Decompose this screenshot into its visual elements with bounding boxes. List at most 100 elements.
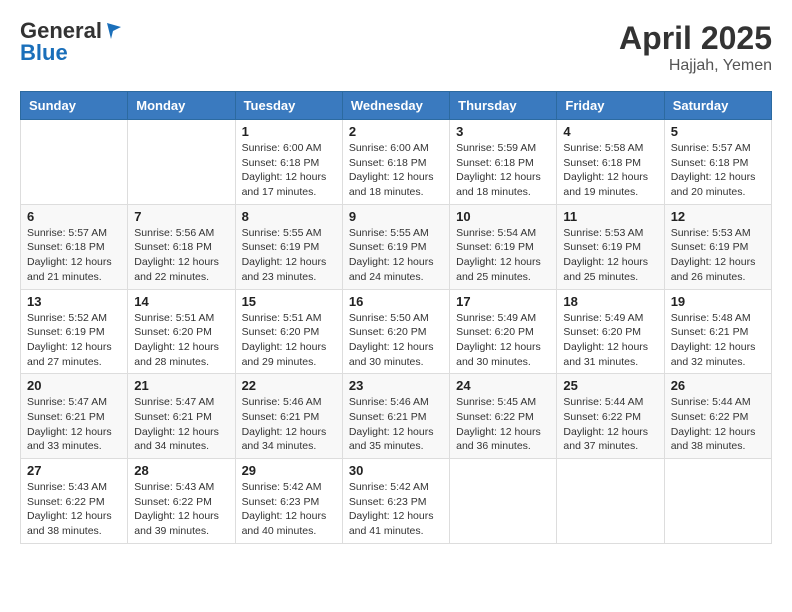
day-info: Sunrise: 5:48 AM Sunset: 6:21 PM Dayligh…	[671, 311, 765, 370]
calendar-cell: 16 Sunrise: 5:50 AM Sunset: 6:20 PM Dayli…	[342, 289, 449, 374]
day-info: Sunrise: 5:51 AM Sunset: 6:20 PM Dayligh…	[242, 311, 336, 370]
day-number: 29	[242, 463, 336, 478]
calendar-cell	[664, 459, 771, 544]
calendar-cell: 27 Sunrise: 5:43 AM Sunset: 6:22 PM Dayli…	[21, 459, 128, 544]
logo-blue-text: Blue	[20, 42, 68, 64]
day-number: 20	[27, 378, 121, 393]
column-header-wednesday: Wednesday	[342, 92, 449, 120]
day-info: Sunrise: 5:43 AM Sunset: 6:22 PM Dayligh…	[134, 480, 228, 539]
day-info: Sunrise: 5:42 AM Sunset: 6:23 PM Dayligh…	[242, 480, 336, 539]
day-number: 11	[563, 209, 657, 224]
column-header-thursday: Thursday	[450, 92, 557, 120]
column-header-monday: Monday	[128, 92, 235, 120]
calendar-cell: 17 Sunrise: 5:49 AM Sunset: 6:20 PM Dayli…	[450, 289, 557, 374]
title-block: April 2025 Hajjah, Yemen	[619, 20, 772, 75]
day-number: 16	[349, 294, 443, 309]
day-number: 6	[27, 209, 121, 224]
day-info: Sunrise: 5:53 AM Sunset: 6:19 PM Dayligh…	[671, 226, 765, 285]
column-header-sunday: Sunday	[21, 92, 128, 120]
logo-general-text: General	[20, 20, 102, 42]
day-info: Sunrise: 5:46 AM Sunset: 6:21 PM Dayligh…	[242, 395, 336, 454]
day-number: 22	[242, 378, 336, 393]
day-number: 9	[349, 209, 443, 224]
day-number: 19	[671, 294, 765, 309]
day-info: Sunrise: 5:45 AM Sunset: 6:22 PM Dayligh…	[456, 395, 550, 454]
calendar-week-row: 27 Sunrise: 5:43 AM Sunset: 6:22 PM Dayli…	[21, 459, 772, 544]
calendar-cell	[450, 459, 557, 544]
day-info: Sunrise: 5:47 AM Sunset: 6:21 PM Dayligh…	[27, 395, 121, 454]
calendar-cell: 29 Sunrise: 5:42 AM Sunset: 6:23 PM Dayli…	[235, 459, 342, 544]
day-number: 23	[349, 378, 443, 393]
day-number: 2	[349, 124, 443, 139]
day-number: 27	[27, 463, 121, 478]
day-number: 8	[242, 209, 336, 224]
day-info: Sunrise: 5:54 AM Sunset: 6:19 PM Dayligh…	[456, 226, 550, 285]
calendar-cell: 2Sunrise: 6:00 AM Sunset: 6:18 PM Daylig…	[342, 120, 449, 205]
day-number: 14	[134, 294, 228, 309]
day-number: 5	[671, 124, 765, 139]
day-info: Sunrise: 5:46 AM Sunset: 6:21 PM Dayligh…	[349, 395, 443, 454]
logo: General Blue	[20, 20, 121, 64]
calendar-cell: 20 Sunrise: 5:47 AM Sunset: 6:21 PM Dayli…	[21, 374, 128, 459]
day-number: 4	[563, 124, 657, 139]
day-info: Sunrise: 5:49 AM Sunset: 6:20 PM Dayligh…	[456, 311, 550, 370]
day-number: 26	[671, 378, 765, 393]
calendar-cell: 11Sunrise: 5:53 AM Sunset: 6:19 PM Dayli…	[557, 204, 664, 289]
day-info: Sunrise: 5:58 AM Sunset: 6:18 PM Dayligh…	[563, 141, 657, 200]
day-number: 24	[456, 378, 550, 393]
column-header-friday: Friday	[557, 92, 664, 120]
day-number: 28	[134, 463, 228, 478]
calendar-cell: 8 Sunrise: 5:55 AM Sunset: 6:19 PM Daylig…	[235, 204, 342, 289]
page-header: General Blue April 2025 Hajjah, Yemen	[20, 20, 772, 75]
day-info: Sunrise: 5:44 AM Sunset: 6:22 PM Dayligh…	[563, 395, 657, 454]
day-info: Sunrise: 5:52 AM Sunset: 6:19 PM Dayligh…	[27, 311, 121, 370]
calendar-cell: 3 Sunrise: 5:59 AM Sunset: 6:18 PM Daylig…	[450, 120, 557, 205]
day-info: Sunrise: 5:56 AM Sunset: 6:18 PM Dayligh…	[134, 226, 228, 285]
calendar-cell: 30 Sunrise: 5:42 AM Sunset: 6:23 PM Dayli…	[342, 459, 449, 544]
calendar-title: April 2025	[619, 20, 772, 57]
calendar-cell: 19 Sunrise: 5:48 AM Sunset: 6:21 PM Dayli…	[664, 289, 771, 374]
day-info: Sunrise: 5:44 AM Sunset: 6:22 PM Dayligh…	[671, 395, 765, 454]
day-info: Sunrise: 5:43 AM Sunset: 6:22 PM Dayligh…	[27, 480, 121, 539]
day-info: Sunrise: 5:49 AM Sunset: 6:20 PM Dayligh…	[563, 311, 657, 370]
calendar-header-row: SundayMondayTuesdayWednesdayThursdayFrid…	[21, 92, 772, 120]
calendar-cell	[128, 120, 235, 205]
day-number: 30	[349, 463, 443, 478]
day-number: 15	[242, 294, 336, 309]
day-number: 21	[134, 378, 228, 393]
logo-bird-icon	[103, 21, 121, 39]
calendar-cell: 7 Sunrise: 5:56 AM Sunset: 6:18 PM Daylig…	[128, 204, 235, 289]
calendar-week-row: 13 Sunrise: 5:52 AM Sunset: 6:19 PM Dayli…	[21, 289, 772, 374]
calendar-cell: 9Sunrise: 5:55 AM Sunset: 6:19 PM Daylig…	[342, 204, 449, 289]
calendar-cell	[21, 120, 128, 205]
calendar-cell: 5 Sunrise: 5:57 AM Sunset: 6:18 PM Daylig…	[664, 120, 771, 205]
calendar-cell: 6 Sunrise: 5:57 AM Sunset: 6:18 PM Daylig…	[21, 204, 128, 289]
calendar-cell: 15 Sunrise: 5:51 AM Sunset: 6:20 PM Dayli…	[235, 289, 342, 374]
day-number: 13	[27, 294, 121, 309]
day-info: Sunrise: 5:51 AM Sunset: 6:20 PM Dayligh…	[134, 311, 228, 370]
day-number: 7	[134, 209, 228, 224]
day-info: Sunrise: 5:42 AM Sunset: 6:23 PM Dayligh…	[349, 480, 443, 539]
day-info: Sunrise: 5:57 AM Sunset: 6:18 PM Dayligh…	[27, 226, 121, 285]
calendar-cell: 1Sunrise: 6:00 AM Sunset: 6:18 PM Daylig…	[235, 120, 342, 205]
calendar-cell: 24 Sunrise: 5:45 AM Sunset: 6:22 PM Dayli…	[450, 374, 557, 459]
day-number: 17	[456, 294, 550, 309]
day-info: Sunrise: 5:50 AM Sunset: 6:20 PM Dayligh…	[349, 311, 443, 370]
day-number: 25	[563, 378, 657, 393]
calendar-table: SundayMondayTuesdayWednesdayThursdayFrid…	[20, 91, 772, 544]
calendar-week-row: 20 Sunrise: 5:47 AM Sunset: 6:21 PM Dayli…	[21, 374, 772, 459]
calendar-cell: 28 Sunrise: 5:43 AM Sunset: 6:22 PM Dayli…	[128, 459, 235, 544]
calendar-cell: 25 Sunrise: 5:44 AM Sunset: 6:22 PM Dayli…	[557, 374, 664, 459]
calendar-cell: 18 Sunrise: 5:49 AM Sunset: 6:20 PM Dayli…	[557, 289, 664, 374]
day-info: Sunrise: 5:59 AM Sunset: 6:18 PM Dayligh…	[456, 141, 550, 200]
day-info: Sunrise: 5:55 AM Sunset: 6:19 PM Dayligh…	[242, 226, 336, 285]
day-number: 3	[456, 124, 550, 139]
column-header-tuesday: Tuesday	[235, 92, 342, 120]
calendar-cell: 14 Sunrise: 5:51 AM Sunset: 6:20 PM Dayli…	[128, 289, 235, 374]
calendar-cell: 10Sunrise: 5:54 AM Sunset: 6:19 PM Dayli…	[450, 204, 557, 289]
calendar-cell: 13 Sunrise: 5:52 AM Sunset: 6:19 PM Dayli…	[21, 289, 128, 374]
day-info: Sunrise: 5:47 AM Sunset: 6:21 PM Dayligh…	[134, 395, 228, 454]
day-info: Sunrise: 5:57 AM Sunset: 6:18 PM Dayligh…	[671, 141, 765, 200]
day-number: 18	[563, 294, 657, 309]
calendar-week-row: 6 Sunrise: 5:57 AM Sunset: 6:18 PM Daylig…	[21, 204, 772, 289]
